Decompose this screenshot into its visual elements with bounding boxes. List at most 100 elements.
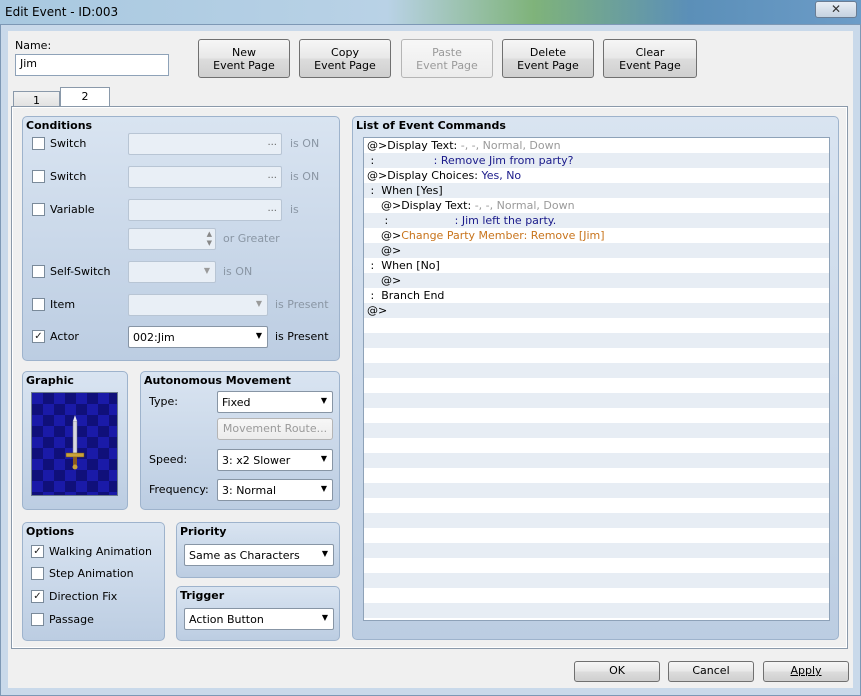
priority-select[interactable]: Same as Characters ▼ bbox=[184, 544, 334, 566]
command-text: @>Display Choices: bbox=[367, 169, 482, 182]
empty-command-row[interactable] bbox=[364, 363, 829, 378]
empty-command-row[interactable] bbox=[364, 498, 829, 513]
switch1-checkbox[interactable] bbox=[32, 137, 45, 150]
button-line: Clear bbox=[635, 46, 665, 59]
command-text: -, -, Normal, Down bbox=[474, 199, 575, 212]
self-switch-label: Self-Switch bbox=[50, 265, 111, 278]
close-button[interactable]: ✕ bbox=[815, 1, 857, 18]
item-checkbox[interactable] bbox=[32, 298, 45, 311]
actor-suffix: is Present bbox=[275, 330, 329, 343]
empty-command-row[interactable] bbox=[364, 558, 829, 573]
empty-command-row[interactable] bbox=[364, 318, 829, 333]
button-line: Event Page bbox=[517, 59, 579, 72]
switch2-checkbox[interactable] bbox=[32, 170, 45, 183]
event-commands-title: List of Event Commands bbox=[356, 119, 506, 132]
button-line: Event Page bbox=[314, 59, 376, 72]
actor-checkbox[interactable]: ✓ bbox=[32, 330, 45, 343]
switch1-label: Switch bbox=[50, 137, 87, 150]
chevron-down-icon: ▼ bbox=[320, 484, 327, 493]
event-commands-list[interactable]: @>Display Text: -, -, Normal, Down : : R… bbox=[363, 137, 830, 621]
empty-command-row[interactable] bbox=[364, 468, 829, 483]
empty-command-row[interactable] bbox=[364, 393, 829, 408]
spin-arrows-icon[interactable]: ▲ ▼ bbox=[207, 230, 212, 248]
direction-fix-checkbox[interactable]: ✓ bbox=[31, 590, 44, 603]
trigger-select[interactable]: Action Button ▼ bbox=[184, 608, 334, 630]
switch2-select[interactable]: ... bbox=[128, 166, 282, 188]
direction-fix-label: Direction Fix bbox=[49, 590, 118, 603]
event-command-row[interactable]: : When [No] bbox=[364, 258, 829, 273]
window-title: Edit Event - ID:003 bbox=[5, 5, 119, 19]
self-switch-select[interactable]: ▼ bbox=[128, 261, 216, 283]
event-command-row[interactable]: @>Change Party Member: Remove [Jim] bbox=[364, 228, 829, 243]
event-command-row[interactable]: @> bbox=[364, 243, 829, 258]
self-switch-checkbox[interactable] bbox=[32, 265, 45, 278]
variable-label: Variable bbox=[50, 203, 95, 216]
empty-command-row[interactable] bbox=[364, 543, 829, 558]
cancel-button[interactable]: Cancel bbox=[668, 661, 754, 682]
empty-command-row[interactable] bbox=[364, 333, 829, 348]
empty-command-row[interactable] bbox=[364, 513, 829, 528]
priority-panel: Priority Same as Characters ▼ bbox=[176, 522, 340, 578]
empty-command-row[interactable] bbox=[364, 528, 829, 543]
walking-animation-checkbox[interactable]: ✓ bbox=[31, 545, 44, 558]
command-text: Change Party Member: Remove [Jim] bbox=[401, 229, 605, 242]
passage-checkbox[interactable] bbox=[31, 613, 44, 626]
paste-event-page-button[interactable]: Paste Event Page bbox=[401, 39, 493, 78]
command-text: @> bbox=[367, 304, 388, 317]
copy-event-page-button[interactable]: Copy Event Page bbox=[299, 39, 391, 78]
button-line: Event Page bbox=[619, 59, 681, 72]
ok-button[interactable]: OK bbox=[574, 661, 660, 682]
empty-command-row[interactable] bbox=[364, 573, 829, 588]
command-text: : Jim left the party. bbox=[454, 214, 557, 227]
movement-type-select[interactable]: Fixed ▼ bbox=[217, 391, 333, 413]
actor-select[interactable]: 002:Jim ▼ bbox=[128, 326, 268, 348]
priority-value: Same as Characters bbox=[189, 549, 300, 562]
empty-command-row[interactable] bbox=[364, 378, 829, 393]
empty-command-row[interactable] bbox=[364, 423, 829, 438]
apply-button[interactable]: Apply bbox=[763, 661, 849, 682]
event-command-row[interactable]: @> bbox=[364, 303, 829, 318]
event-commands-panel: List of Event Commands @>Display Text: -… bbox=[352, 116, 839, 640]
empty-command-row[interactable] bbox=[364, 588, 829, 603]
switch2-suffix: is ON bbox=[290, 170, 320, 183]
event-command-row[interactable]: @>Display Choices: Yes, No bbox=[364, 168, 829, 183]
name-input[interactable]: Jim bbox=[15, 54, 169, 76]
switch1-select[interactable]: ... bbox=[128, 133, 282, 155]
event-command-row[interactable]: @>Display Text: -, -, Normal, Down bbox=[364, 198, 829, 213]
sword-icon bbox=[65, 415, 85, 470]
empty-command-row[interactable] bbox=[364, 408, 829, 423]
frequency-value: 3: Normal bbox=[222, 484, 277, 497]
item-select[interactable]: ▼ bbox=[128, 294, 268, 316]
chevron-down-icon: ▼ bbox=[255, 299, 262, 308]
new-event-page-button[interactable]: New Event Page bbox=[198, 39, 290, 78]
delete-event-page-button[interactable]: Delete Event Page bbox=[502, 39, 594, 78]
actor-label: Actor bbox=[50, 330, 79, 343]
event-graphic-preview[interactable] bbox=[31, 392, 118, 496]
command-text: : bbox=[367, 154, 434, 167]
clear-event-page-button[interactable]: Clear Event Page bbox=[603, 39, 697, 78]
chevron-down-icon: ▼ bbox=[320, 454, 327, 463]
event-command-row[interactable]: : Branch End bbox=[364, 288, 829, 303]
variable-suffix-2: or Greater bbox=[223, 232, 280, 245]
event-command-row[interactable]: : : Remove Jim from party? bbox=[364, 153, 829, 168]
variable-checkbox[interactable] bbox=[32, 203, 45, 216]
empty-command-row[interactable] bbox=[364, 453, 829, 468]
step-animation-checkbox[interactable] bbox=[31, 567, 44, 580]
empty-command-row[interactable] bbox=[364, 348, 829, 363]
command-text: @>Display Text: bbox=[367, 139, 461, 152]
event-command-row[interactable]: @>Display Text: -, -, Normal, Down bbox=[364, 138, 829, 153]
button-line: Event Page bbox=[213, 59, 275, 72]
event-command-row[interactable]: : : Jim left the party. bbox=[364, 213, 829, 228]
event-command-row[interactable]: @> bbox=[364, 273, 829, 288]
frequency-select[interactable]: 3: Normal ▼ bbox=[217, 479, 333, 501]
empty-command-row[interactable] bbox=[364, 438, 829, 453]
movement-route-button[interactable]: Movement Route... bbox=[217, 418, 333, 440]
empty-command-row[interactable] bbox=[364, 603, 829, 618]
empty-command-row[interactable] bbox=[364, 483, 829, 498]
event-command-row[interactable]: : When [Yes] bbox=[364, 183, 829, 198]
speed-label: Speed: bbox=[149, 453, 188, 466]
variable-value-spinner[interactable]: ▲ ▼ bbox=[128, 228, 216, 250]
speed-select[interactable]: 3: x2 Slower ▼ bbox=[217, 449, 333, 471]
variable-select[interactable]: ... bbox=[128, 199, 282, 221]
dialog-body: Name: Jim New Event Page Copy Event Page P… bbox=[8, 31, 853, 688]
